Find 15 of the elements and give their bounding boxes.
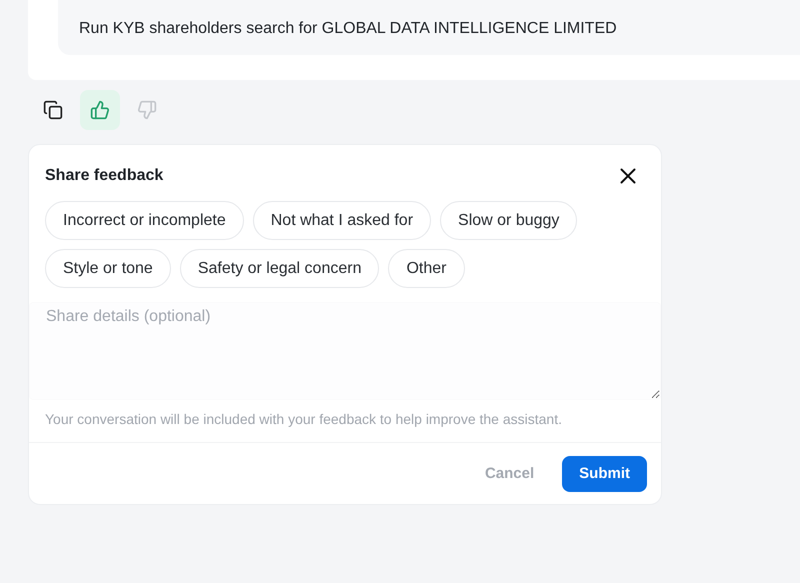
submit-button[interactable]: Submit: [562, 456, 647, 492]
panel-title: Share feedback: [45, 166, 164, 186]
details-field[interactable]: Share details (optional): [29, 302, 661, 400]
message-text: Run KYB shareholders search for GLOBAL DATA INTELLIGENCE LIMITED: [79, 20, 617, 37]
reason-chip[interactable]: Safety or legal concern: [180, 249, 380, 288]
thumbs-down-icon: [137, 100, 157, 120]
reason-chip[interactable]: Other: [388, 249, 464, 288]
thumbs-up-icon: [90, 100, 110, 120]
like-button[interactable]: [80, 90, 120, 130]
copy-icon: [43, 100, 63, 120]
privacy-note: Your conversation will be included with your feedback to help improve the assistant.: [44, 410, 563, 429]
reason-chip[interactable]: Incorrect or incomplete: [45, 201, 244, 240]
reason-chip[interactable]: Style or tone: [45, 249, 171, 288]
reason-chip[interactable]: Not what I asked for: [252, 201, 432, 240]
reason-chip[interactable]: Slow or buggy: [440, 201, 578, 240]
